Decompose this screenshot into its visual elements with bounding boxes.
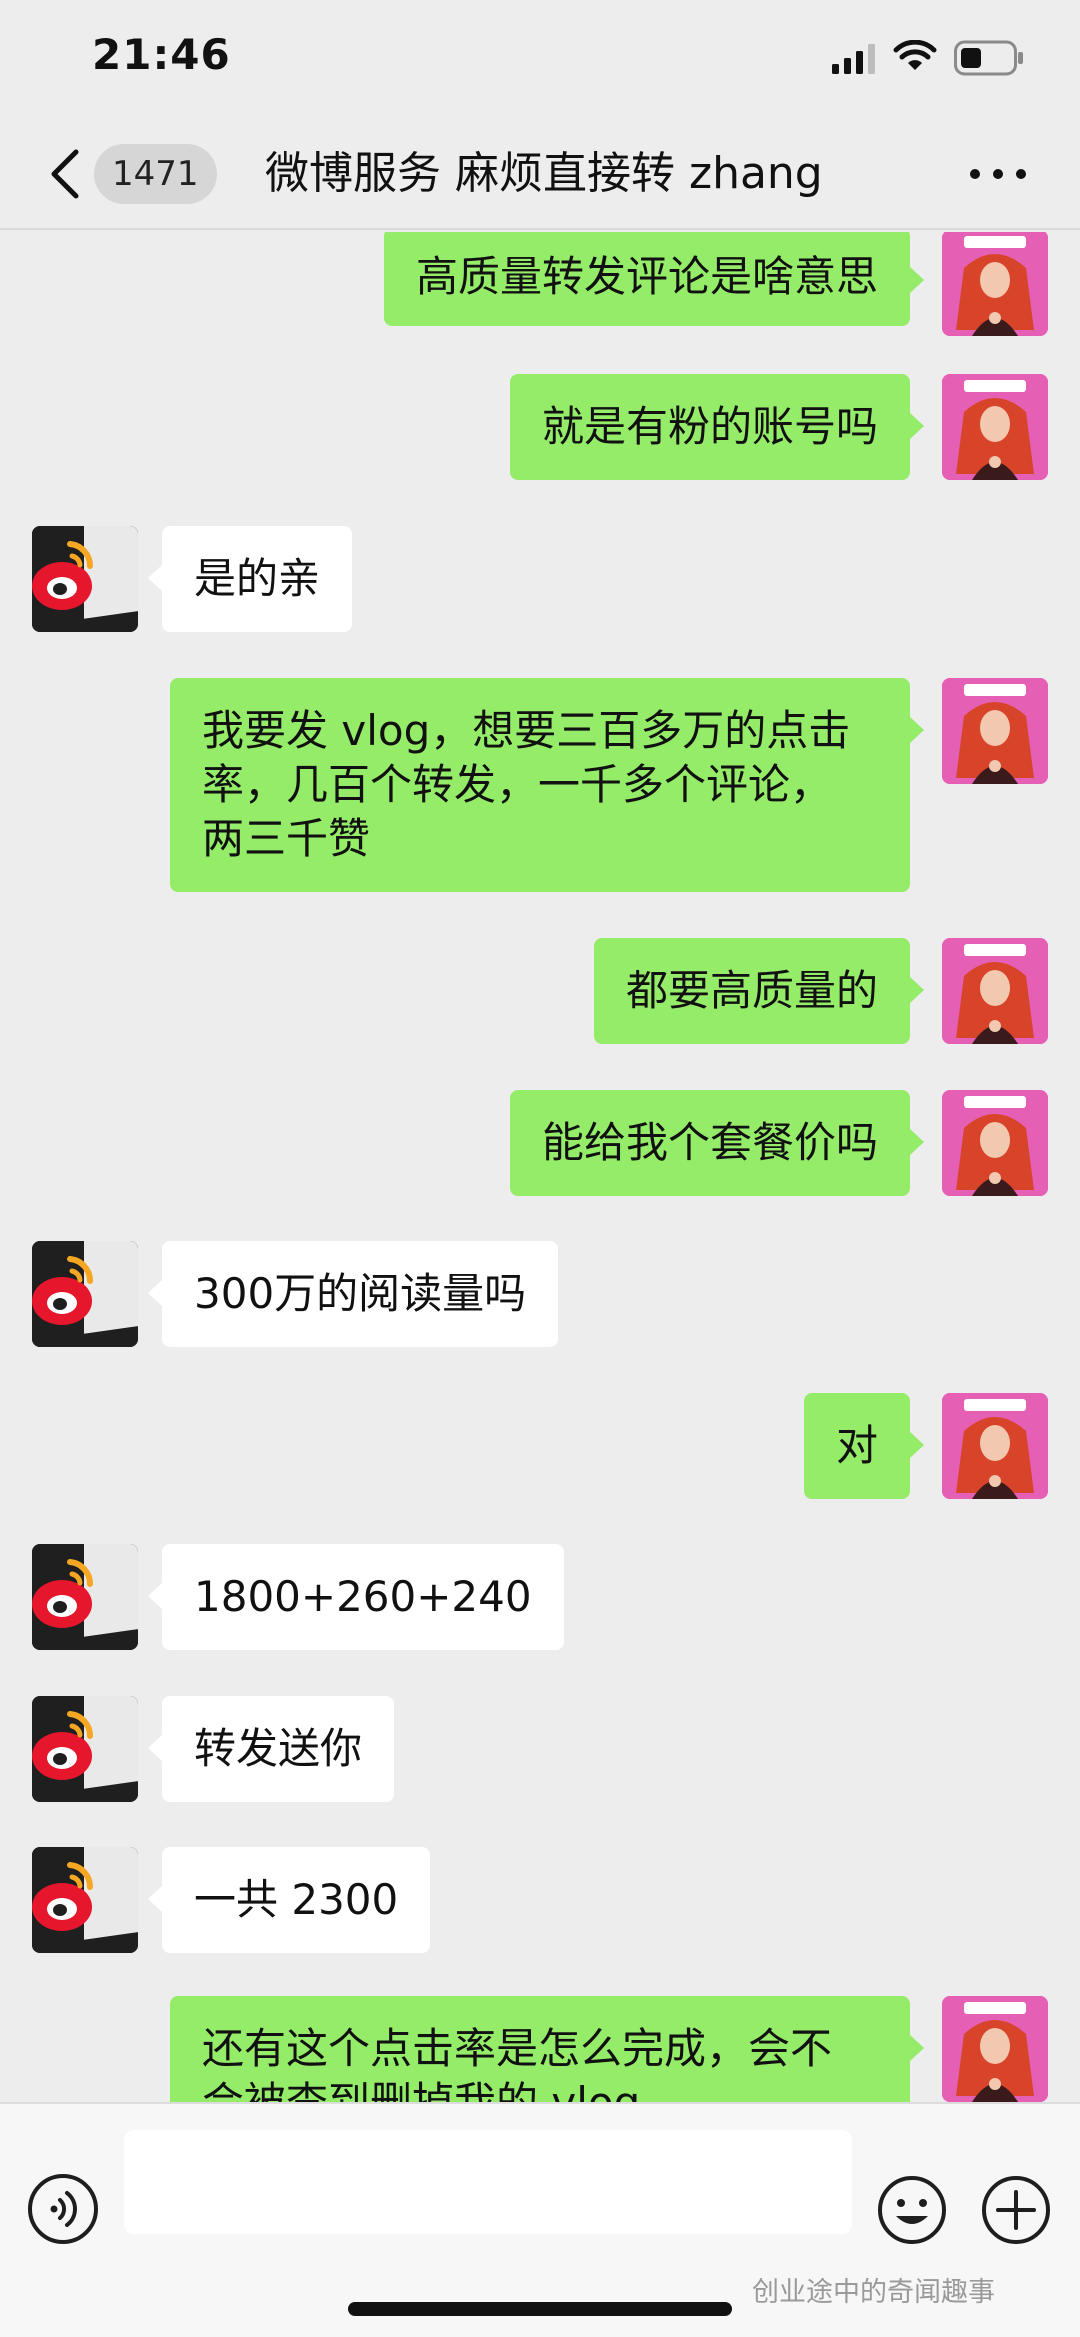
cellular-signal-icon (832, 44, 875, 74)
weibo-service-avatar[interactable] (32, 1847, 138, 1953)
portrait-avatar-icon (942, 678, 1048, 784)
message-text: 转发送你 (194, 1724, 363, 1773)
voice-icon[interactable] (28, 2174, 98, 2244)
message-text: 都要高质量的 (625, 966, 878, 1015)
message-row: 就是有粉的账号吗 (0, 374, 1080, 480)
message-row: 一共 2300 (0, 1847, 1080, 1953)
message-text-line: 会被查到删掉我的 vlog (202, 2076, 878, 2102)
message-bubble[interactable]: 能给我个套餐价吗 (509, 1090, 925, 1196)
message-bubble[interactable]: 高质量转发评论是啥意思 (383, 232, 925, 326)
message-row: 是的亲 (0, 526, 1080, 632)
message-text: 高质量转发评论是啥意思 (415, 252, 878, 301)
message-text-line: 还有这个点击率是怎么完成，会不 (202, 2024, 833, 2073)
home-indicator[interactable] (348, 2302, 732, 2316)
weibo-logo-icon (32, 1847, 138, 1953)
weibo-service-avatar[interactable] (32, 526, 138, 632)
status-bar: 21:46 (0, 0, 1080, 120)
emoji-icon[interactable] (876, 2174, 948, 2246)
message-text: 1800+260+240 (194, 1572, 532, 1621)
my-avatar[interactable] (942, 1393, 1048, 1499)
my-avatar[interactable] (942, 938, 1048, 1044)
message-bubble[interactable]: 对 (803, 1393, 925, 1499)
ellipsis-icon[interactable] (970, 166, 1026, 182)
message-bubble[interactable]: 转发送你 (147, 1696, 395, 1802)
message-bubble[interactable]: 都要高质量的 (593, 938, 925, 1044)
message-list[interactable]: 高质量转发评论是啥意思 就是有粉的账号吗 是的亲 我要发 vlog，想要三百多万… (0, 232, 1080, 2102)
message-row: 转发送你 (0, 1696, 1080, 1802)
message-text: 对 (835, 1421, 878, 1470)
weibo-service-avatar[interactable] (32, 1241, 138, 1347)
message-text-line: 率，几百个转发，一千多个评论， (202, 760, 833, 809)
battery-icon (954, 40, 1023, 76)
my-avatar[interactable] (942, 1996, 1048, 2102)
voice-wave-icon (50, 2191, 77, 2227)
message-input[interactable] (124, 2130, 852, 2234)
message-bubble[interactable]: 我要发 vlog，想要三百多万的点击 率，几百个转发，一千多个评论， 两三千赞 (170, 678, 924, 892)
message-text-line: 我要发 vlog，想要三百多万的点击 (202, 706, 851, 755)
message-row: 我要发 vlog，想要三百多万的点击 率，几百个转发，一千多个评论， 两三千赞 (0, 678, 1080, 894)
status-time: 21:46 (92, 30, 231, 79)
message-text: 一共 2300 (194, 1875, 399, 1924)
wifi-icon (893, 40, 937, 70)
weibo-logo-icon (32, 1544, 138, 1650)
message-bubble[interactable]: 1800+260+240 (148, 1544, 564, 1650)
message-text-line: 两三千赞 (202, 814, 371, 863)
weibo-service-avatar[interactable] (32, 1696, 138, 1802)
portrait-avatar-icon (942, 1393, 1048, 1499)
message-bubble[interactable]: 300万的阅读量吗 (147, 1241, 559, 1347)
my-avatar[interactable] (942, 678, 1048, 784)
weibo-service-avatar[interactable] (32, 1544, 138, 1650)
message-row: 300万的阅读量吗 (0, 1241, 1080, 1347)
watermark-text: 创业途中的奇闻趣事 (752, 2277, 995, 2308)
my-avatar[interactable] (942, 232, 1048, 336)
message-bubble[interactable]: 还有这个点击率是怎么完成，会不 会被查到删掉我的 vlog (170, 1996, 924, 2102)
weibo-logo-icon (32, 1696, 138, 1802)
message-bubble[interactable]: 是的亲 (147, 526, 353, 632)
message-row: 1800+260+240 (0, 1544, 1080, 1650)
portrait-avatar-icon (942, 1996, 1048, 2102)
message-text: 300万的阅读量吗 (194, 1269, 527, 1318)
portrait-avatar-icon (942, 938, 1048, 1044)
chevron-left-icon[interactable] (46, 146, 86, 202)
my-avatar[interactable] (942, 1090, 1048, 1196)
weibo-logo-icon (32, 1241, 138, 1347)
message-row: 高质量转发评论是啥意思 (0, 232, 1080, 336)
plus-icon[interactable] (980, 2174, 1052, 2246)
unread-count-badge[interactable]: 1471 (94, 144, 217, 204)
message-text: 是的亲 (194, 554, 321, 603)
message-row: 还有这个点击率是怎么完成，会不 会被查到删掉我的 vlog (0, 1996, 1080, 2102)
my-avatar[interactable] (942, 374, 1048, 480)
message-text: 能给我个套餐价吗 (541, 1118, 878, 1167)
weibo-logo-icon (32, 526, 138, 632)
portrait-avatar-icon (942, 1090, 1048, 1196)
chat-header: 1471 微博服务 麻烦直接转 zhang (0, 120, 1080, 230)
message-row: 对 (0, 1393, 1080, 1499)
message-text: 就是有粉的账号吗 (541, 402, 878, 451)
portrait-avatar-icon (942, 374, 1048, 480)
chat-title: 微博服务 麻烦直接转 zhang (265, 148, 823, 199)
message-row: 都要高质量的 (0, 938, 1080, 1044)
message-bubble[interactable]: 一共 2300 (147, 1847, 431, 1953)
message-row: 能给我个套餐价吗 (0, 1090, 1080, 1196)
portrait-avatar-icon (942, 232, 1048, 336)
message-bubble[interactable]: 就是有粉的账号吗 (509, 374, 925, 480)
